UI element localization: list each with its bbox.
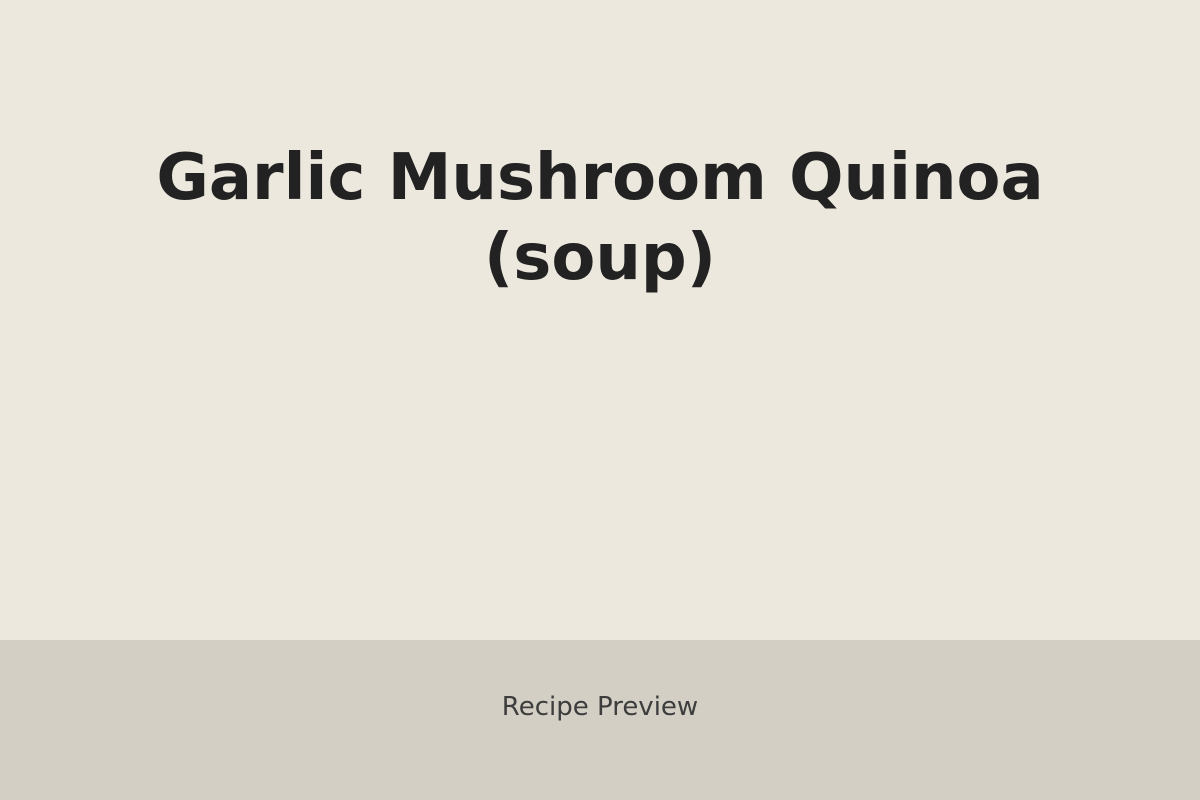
- recipe-title-line-1: Garlic Mushroom Quinoa: [156, 141, 1044, 215]
- recipe-title: Garlic Mushroom Quinoa (soup): [100, 138, 1100, 298]
- footer-label: Recipe Preview: [501, 692, 699, 722]
- recipe-preview-card: [0, 0, 1200, 640]
- recipe-title-line-2: (soup): [484, 221, 716, 295]
